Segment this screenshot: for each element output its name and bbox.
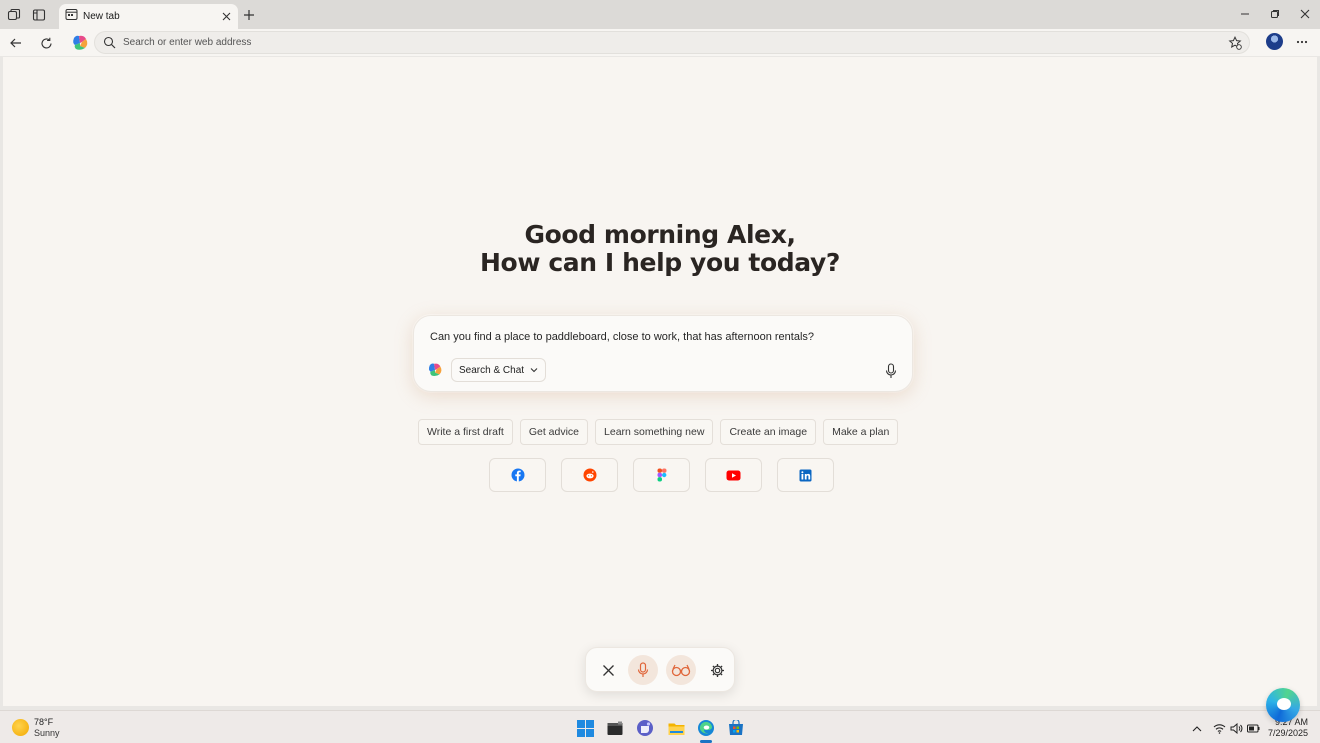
copilot-button[interactable] [68, 31, 92, 55]
file-explorer-icon[interactable] [665, 717, 687, 739]
sun-icon[interactable] [12, 719, 29, 736]
minimize-button[interactable] [1237, 6, 1253, 22]
add-favorite-icon[interactable] [1227, 35, 1243, 51]
new-tab-button[interactable] [240, 6, 258, 24]
chat-mode-label: Search & Chat [459, 364, 525, 376]
workspaces-icon[interactable] [5, 6, 23, 24]
edge-icon[interactable] [695, 717, 717, 739]
title-bar: New tab [0, 0, 1320, 29]
close-voice-button[interactable] [593, 655, 623, 685]
weather-temperature[interactable]: 78°F [34, 717, 53, 727]
chevron-up-icon[interactable] [1190, 721, 1204, 735]
quick-link-youtube[interactable] [705, 458, 762, 492]
weather-description[interactable]: Sunny [34, 728, 60, 738]
suggestion-chip[interactable]: Learn something new [595, 419, 714, 445]
quick-link-figma[interactable] [633, 458, 690, 492]
vision-button[interactable] [666, 655, 696, 685]
address-input[interactable] [123, 34, 1203, 51]
suggestion-chip[interactable]: Make a plan [823, 419, 899, 445]
clock-date[interactable]: 7/29/2025 [1262, 728, 1308, 738]
volume-icon[interactable] [1229, 721, 1243, 735]
close-tab-icon[interactable] [219, 10, 233, 24]
greeting-line-1: Good morning Alex, [524, 220, 796, 249]
more-options-icon[interactable] [1293, 33, 1311, 51]
wifi-icon[interactable] [1212, 721, 1226, 735]
teams-icon[interactable] [634, 717, 656, 739]
suggestion-chip[interactable]: Create an image [720, 419, 817, 445]
gear-icon [710, 663, 724, 677]
edge-copilot-floating-icon[interactable] [1266, 688, 1300, 722]
terminal-icon[interactable] [604, 717, 626, 739]
suggestion-chip[interactable]: Write a first draft [418, 419, 513, 445]
browser-toolbar [0, 29, 1320, 56]
address-bar[interactable] [94, 31, 1250, 54]
suggestion-chips: Write a first draft Get advice Learn som… [418, 419, 899, 446]
microphone-icon [637, 662, 649, 677]
page-greeting: Good morning Alex, How can I help you to… [3, 221, 1317, 277]
microphone-button[interactable] [882, 362, 900, 380]
quick-link-facebook[interactable] [489, 458, 546, 492]
new-tab-page: Good morning Alex, How can I help you to… [3, 57, 1317, 706]
figma-icon [657, 468, 666, 482]
voice-microphone-button[interactable] [628, 655, 658, 685]
search-icon [103, 36, 116, 54]
restore-button[interactable] [1267, 6, 1283, 22]
suggestion-chip[interactable]: Get advice [519, 419, 589, 445]
microphone-icon [885, 363, 897, 378]
profile-avatar[interactable] [1266, 33, 1283, 50]
tab-new-tab[interactable]: New tab [59, 4, 238, 29]
copilot-icon [428, 363, 442, 377]
new-tab-page-icon [65, 8, 78, 26]
chat-input[interactable]: Can you find a place to paddleboard, clo… [430, 331, 870, 343]
back-button[interactable] [6, 33, 26, 53]
close-icon [602, 664, 614, 676]
quick-link-linkedin[interactable] [777, 458, 834, 492]
windows-taskbar: 78°F Sunny 9:27 AM 7/29/2025 [0, 710, 1320, 743]
youtube-icon [726, 470, 741, 480]
windows-start-icon[interactable] [574, 717, 596, 739]
close-window-button[interactable] [1297, 6, 1313, 22]
chevron-down-icon [530, 365, 538, 376]
copilot-icon [73, 35, 88, 50]
voice-settings-button[interactable] [702, 655, 732, 685]
chat-mode-dropdown[interactable]: Search & Chat [451, 358, 547, 382]
glasses-icon [671, 664, 691, 677]
store-icon[interactable] [725, 717, 747, 739]
copilot-chat-box[interactable]: Can you find a place to paddleboard, clo… [413, 315, 913, 392]
vertical-tabs-icon[interactable] [30, 6, 48, 24]
voice-control-bar [585, 647, 735, 692]
facebook-icon [511, 468, 524, 482]
refresh-button[interactable] [36, 33, 56, 53]
quick-links [489, 458, 834, 492]
greeting-line-2: How can I help you today? [480, 248, 840, 277]
quick-link-reddit[interactable] [561, 458, 618, 492]
tab-title: New tab [83, 11, 120, 22]
linkedin-icon [799, 469, 812, 481]
reddit-icon [583, 468, 596, 482]
battery-icon[interactable] [1246, 721, 1260, 735]
